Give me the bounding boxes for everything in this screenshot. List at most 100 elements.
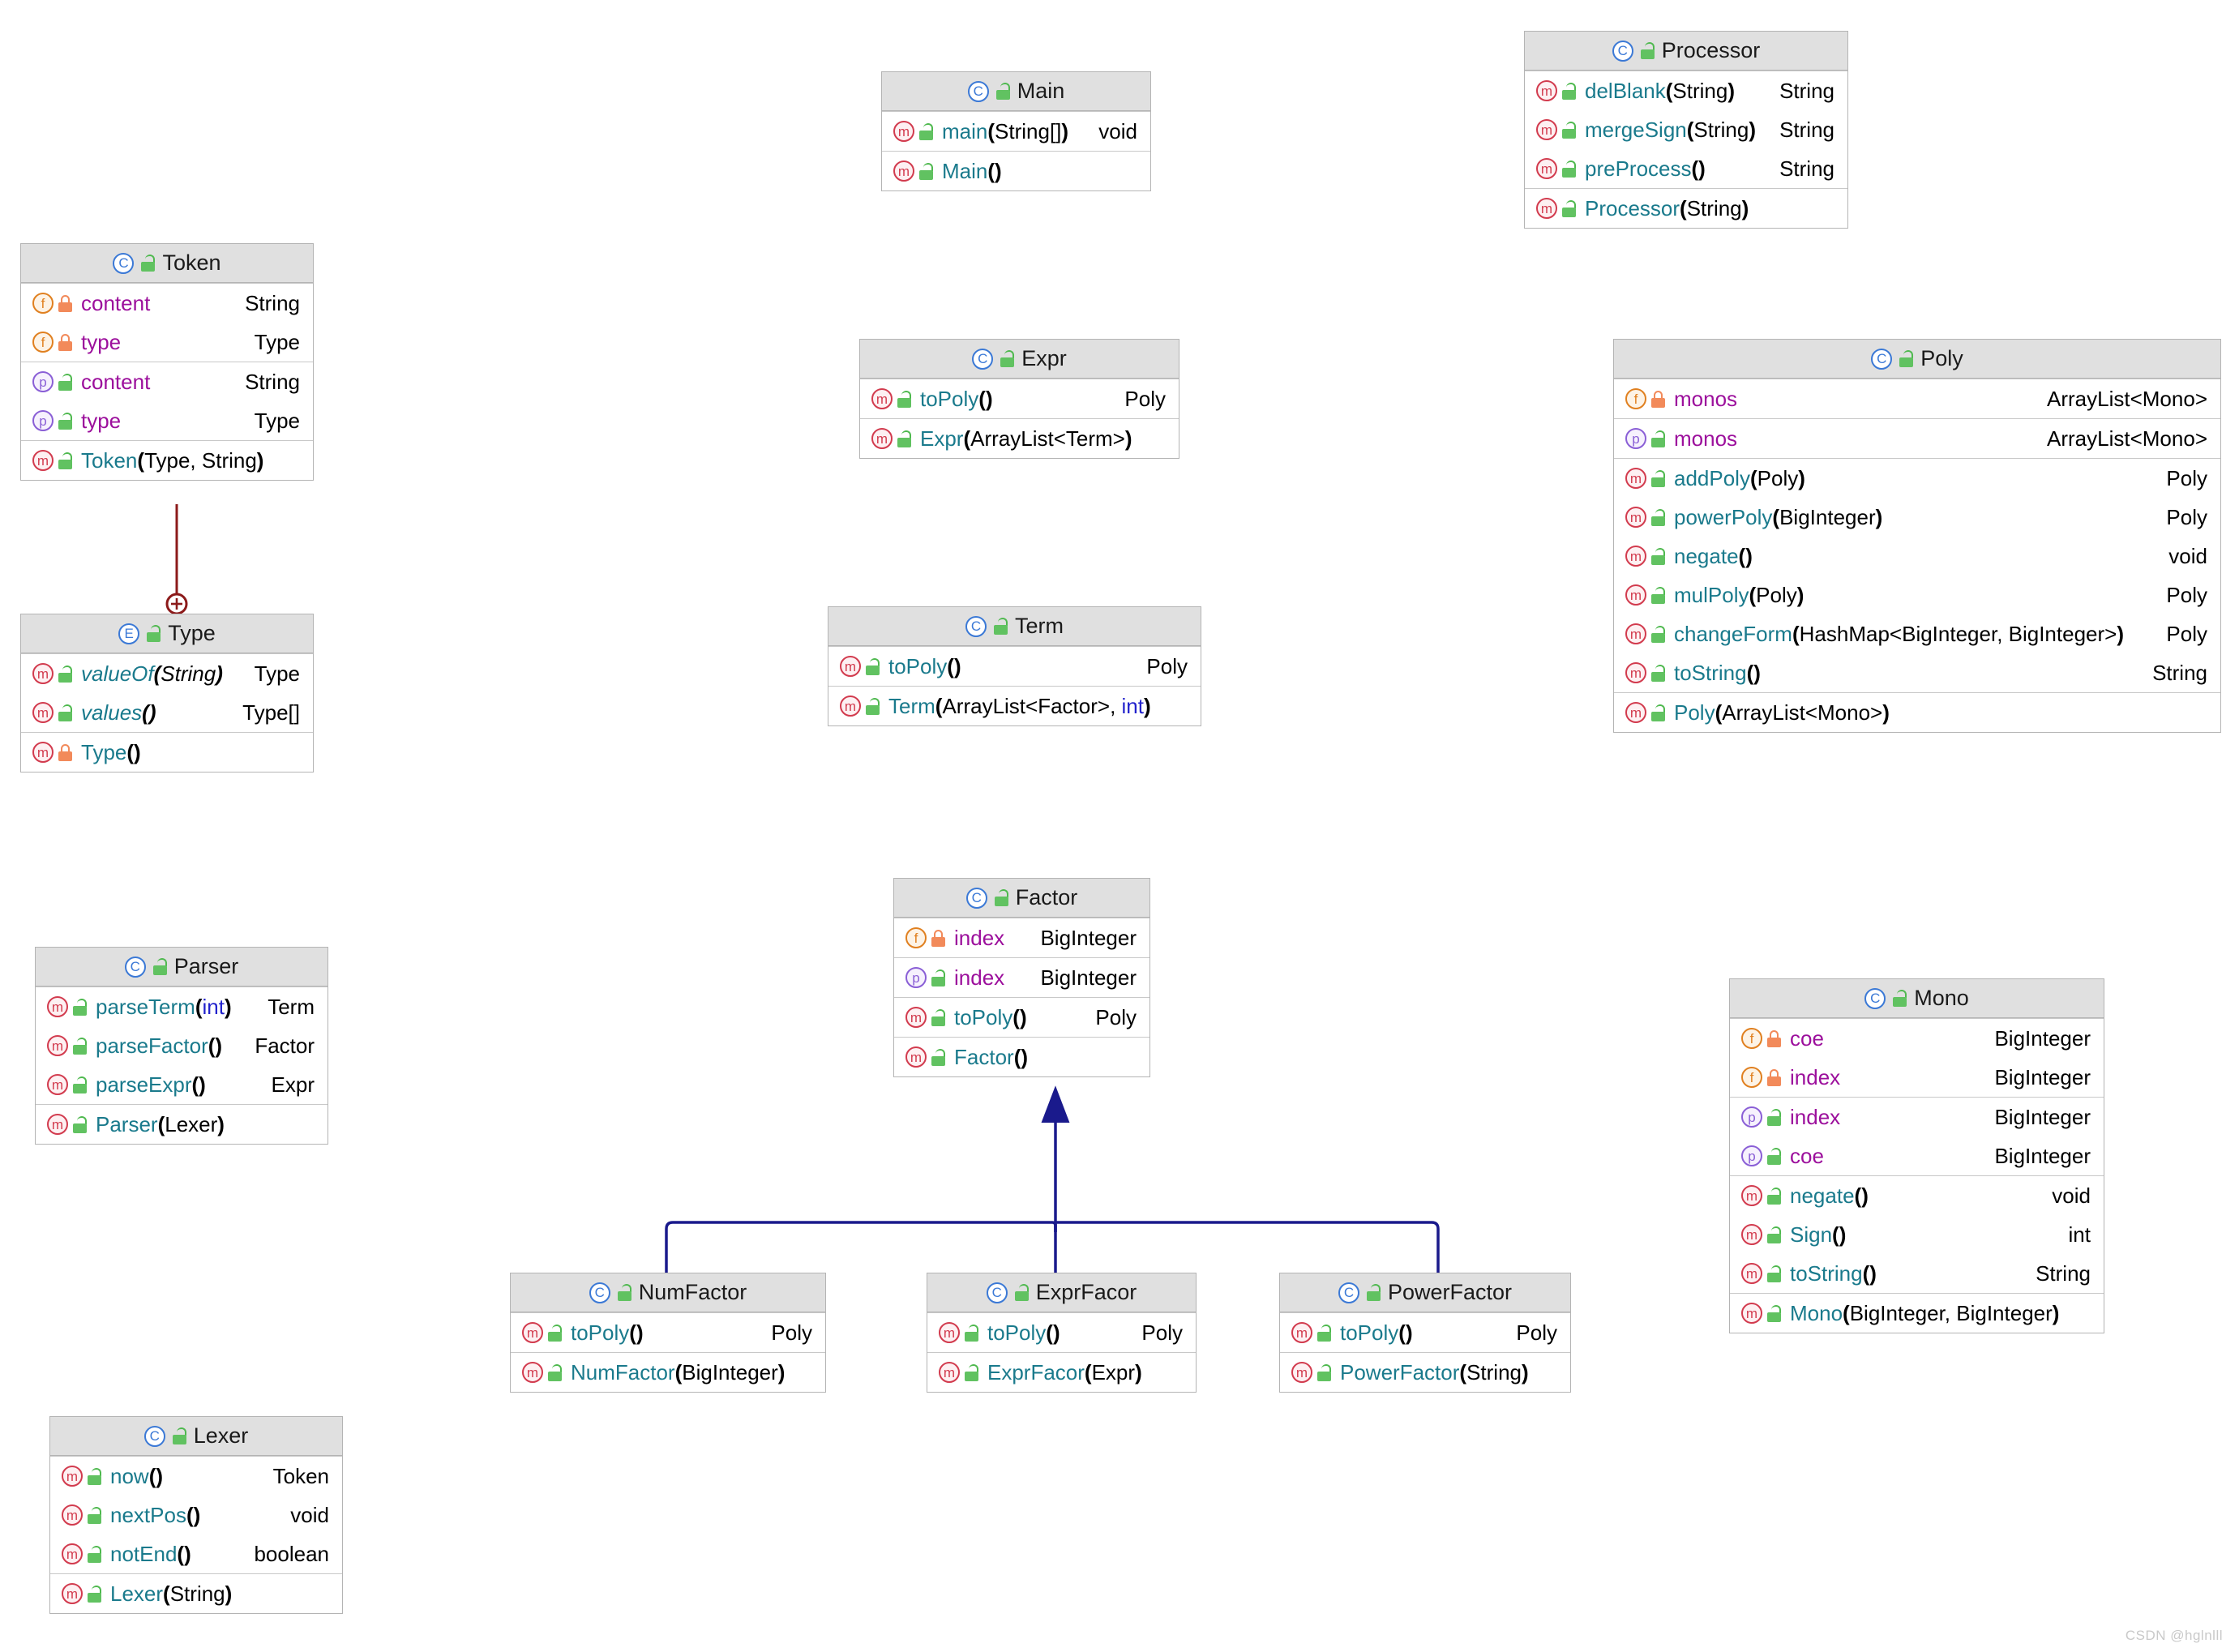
member-row[interactable]: m parseExpr() Expr xyxy=(36,1065,328,1104)
member-icons: f xyxy=(32,332,72,353)
member-row[interactable]: m Lexer(String) xyxy=(50,1574,342,1613)
member-row[interactable]: m nextPos() void xyxy=(50,1496,342,1534)
member-row[interactable]: f coe BigInteger xyxy=(1730,1019,2104,1058)
member-row[interactable]: p coe BigInteger xyxy=(1730,1136,2104,1175)
member-row[interactable]: m Term(ArrayList<Factor>, int) xyxy=(828,687,1201,725)
member-row[interactable]: m values() Type[] xyxy=(21,693,313,732)
public-lock-icon xyxy=(897,430,911,447)
member-row[interactable]: m NumFactor(BigInteger) xyxy=(511,1353,825,1392)
member-row[interactable]: m Factor() xyxy=(894,1038,1149,1076)
member-row[interactable]: m PowerFactor(String) xyxy=(1280,1353,1570,1392)
member-label: notEnd() xyxy=(110,1541,191,1566)
member-row[interactable]: m ExprFacor(Expr) xyxy=(927,1353,1196,1392)
class-section-1: m Main() xyxy=(882,151,1150,190)
member-row[interactable]: m negate() void xyxy=(1730,1176,2104,1215)
member-row[interactable]: m toPoly() Poly xyxy=(511,1313,825,1352)
public-lock-icon xyxy=(1767,1265,1781,1282)
member-type: String xyxy=(245,369,300,394)
class-box-factor[interactable]: C Factor f index BigInteger p index BigInteger m… xyxy=(893,878,1150,1077)
member-row[interactable]: m Poly(ArrayList<Mono>) xyxy=(1614,693,2220,732)
member-row[interactable]: m toPoly() Poly xyxy=(1280,1313,1570,1352)
member-label: index xyxy=(1790,1064,1841,1089)
member-row[interactable]: m negate() void xyxy=(1614,537,2220,576)
member-row[interactable]: m Expr(ArrayList<Term>) xyxy=(860,419,1179,458)
member-row[interactable]: m now() Token xyxy=(50,1457,342,1496)
member-icons: m xyxy=(1536,119,1576,140)
member-row[interactable]: m toString() String xyxy=(1614,653,2220,692)
member-row[interactable]: f index BigInteger xyxy=(894,918,1149,957)
member-name: negate() xyxy=(1790,1183,2040,1209)
member-row[interactable]: f monos ArrayList<Mono> xyxy=(1614,379,2220,418)
member-row[interactable]: m Parser(Lexer) xyxy=(36,1105,328,1144)
public-lock-icon xyxy=(73,998,87,1016)
method-icon: m xyxy=(1625,662,1646,683)
member-row[interactable]: m Main() xyxy=(882,152,1150,190)
member-row[interactable]: m parseFactor() Factor xyxy=(36,1026,328,1065)
member-row[interactable]: p index BigInteger xyxy=(894,958,1149,997)
member-row[interactable]: m main(String[]) void xyxy=(882,112,1150,151)
class-box-expr[interactable]: C Expr m toPoly() Poly m Expr(ArrayList<Term>) xyxy=(859,339,1179,459)
member-row[interactable]: f type Type xyxy=(21,323,313,362)
member-row[interactable]: m Type() xyxy=(21,733,313,772)
public-lock-icon xyxy=(58,412,72,430)
method-icon: m xyxy=(1536,158,1557,179)
class-box-mono[interactable]: C Mono f coe BigInteger f index BigInteger p inde… xyxy=(1729,978,2104,1333)
member-row[interactable]: m toPoly() Poly xyxy=(828,647,1201,686)
class-box-lexer[interactable]: C Lexer m now() Token m nextPos() void m notEnd()… xyxy=(49,1416,343,1614)
private-lock-icon xyxy=(1767,1068,1781,1086)
member-row[interactable]: m Token(Type, String) xyxy=(21,441,313,480)
class-box-numfactor[interactable]: C NumFactor m toPoly() Poly m NumFactor(BigInt… xyxy=(510,1273,826,1393)
member-row[interactable]: m toPoly() Poly xyxy=(860,379,1179,418)
member-row[interactable]: m toString() String xyxy=(1730,1254,2104,1293)
member-row[interactable]: p content String xyxy=(21,362,313,401)
member-row[interactable]: p index BigInteger xyxy=(1730,1098,2104,1136)
public-lock-icon xyxy=(1317,1363,1331,1381)
member-row[interactable]: f content String xyxy=(21,284,313,323)
member-row[interactable]: m valueOf(String) Type xyxy=(21,654,313,693)
member-row[interactable]: m notEnd() boolean xyxy=(50,1534,342,1573)
member-row[interactable]: m Sign() int xyxy=(1730,1215,2104,1254)
member-row[interactable]: m toPoly() Poly xyxy=(894,998,1149,1037)
class-box-parser[interactable]: C Parser m parseTerm(int) Term m parseFactor()… xyxy=(35,947,328,1145)
member-row[interactable]: m parseTerm(int) Term xyxy=(36,987,328,1026)
class-box-main[interactable]: C Main m main(String[]) void m Main() xyxy=(881,71,1151,191)
member-icons: m xyxy=(47,1074,87,1095)
member-row[interactable]: m Mono(BigInteger, BigInteger) xyxy=(1730,1294,2104,1333)
class-box-powerfactor[interactable]: C PowerFactor m toPoly() Poly m PowerFactor(St… xyxy=(1279,1273,1571,1393)
class-box-processor[interactable]: C Processor m delBlank(String) String m mergeS… xyxy=(1524,31,1848,229)
member-row[interactable]: m powerPoly(BigInteger) Poly xyxy=(1614,498,2220,537)
member-label: valueOf(String) xyxy=(81,661,223,686)
property-icon: p xyxy=(905,967,927,988)
member-row[interactable]: m delBlank(String) String xyxy=(1525,71,1847,110)
member-row[interactable]: m Processor(String) xyxy=(1525,189,1847,228)
class-box-poly[interactable]: C Poly f monos ArrayList<Mono> p monos ArrayLis… xyxy=(1613,339,2221,733)
member-row[interactable]: p type Type xyxy=(21,401,313,440)
public-lock-icon xyxy=(994,618,1008,635)
class-header: C Processor xyxy=(1525,32,1847,71)
class-box-type[interactable]: E Type m valueOf(String) Type m values() Type[]… xyxy=(20,614,314,773)
member-row[interactable]: m toPoly() Poly xyxy=(927,1313,1196,1352)
method-icon: m xyxy=(1625,584,1646,606)
public-lock-icon xyxy=(152,958,167,975)
member-row[interactable]: m addPoly(Poly) Poly xyxy=(1614,459,2220,498)
member-row[interactable]: f index BigInteger xyxy=(1730,1058,2104,1097)
member-icons: m xyxy=(1625,584,1665,606)
class-box-exprfacor[interactable]: C ExprFacor m toPoly() Poly m ExprFacor(Expr) xyxy=(927,1273,1197,1393)
member-row[interactable]: m mulPoly(Poly) Poly xyxy=(1614,576,2220,614)
class-box-token[interactable]: C Token f content String f type Type p content Str… xyxy=(20,243,314,481)
member-icons: m xyxy=(893,160,933,182)
member-icons: m xyxy=(47,1035,87,1056)
member-icons: m xyxy=(62,1583,101,1604)
member-icons: m xyxy=(1536,198,1576,219)
member-label: index xyxy=(954,965,1005,990)
member-row[interactable]: p monos ArrayList<Mono> xyxy=(1614,419,2220,458)
member-icons: m xyxy=(1741,1263,1781,1284)
class-box-term[interactable]: C Term m toPoly() Poly m Term(ArrayList<Factor… xyxy=(828,606,1201,726)
member-row[interactable]: m preProcess() String xyxy=(1525,149,1847,188)
field-icon: f xyxy=(1741,1028,1762,1049)
member-name: Term(ArrayList<Factor>, int) xyxy=(888,694,1188,719)
member-icons: m xyxy=(32,450,72,471)
class-name: Token xyxy=(162,250,221,275)
member-row[interactable]: m mergeSign(String) String xyxy=(1525,110,1847,149)
member-row[interactable]: m changeForm(HashMap<BigInteger, BigInteg… xyxy=(1614,614,2220,653)
